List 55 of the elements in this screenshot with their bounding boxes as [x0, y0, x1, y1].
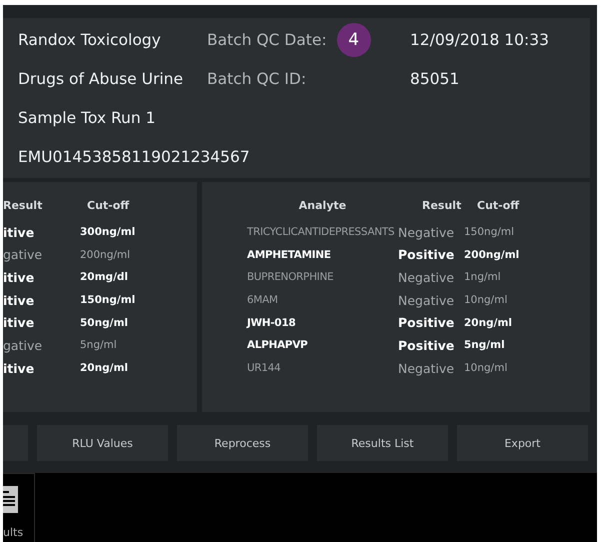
cutoff-cell-text: 200ng/ml — [464, 248, 520, 261]
result-cell-text: Negative — [398, 270, 456, 285]
analyte-cell-text: JWH-018 — [247, 316, 296, 329]
result-cell-text: gative — [3, 247, 44, 262]
result-cell-text: Positive — [398, 338, 456, 353]
field-label: Batch QC ID: — [207, 70, 306, 88]
result-cell-text: itive — [3, 292, 36, 308]
cutoff-cell-text: 20ng/ml — [80, 362, 129, 374]
cutoff-cell-text: 300ng/ml — [80, 226, 136, 238]
cutoff-cell-text: 5ng/ml — [80, 339, 118, 352]
header-text: Sample Tox Run 1 — [18, 108, 156, 126]
result-cell-text: itive — [3, 315, 36, 330]
column-header: Result — [3, 198, 44, 214]
header-text: EMU01453858119021234567 — [18, 148, 250, 166]
cutoff-cell-text: 200ng/ml — [80, 248, 132, 261]
result-cell-text: Negative — [398, 224, 456, 240]
action-button[interactable]: Results List — [317, 425, 448, 461]
cutoff-cell-text: 50ng/ml — [80, 316, 129, 329]
analyte-cell-text: ALPHAPVP — [247, 339, 309, 352]
result-cell-text: Negative — [398, 360, 456, 376]
result-cell-text: gative — [3, 338, 44, 353]
cutoff-cell-text: 10ng/ml — [464, 362, 508, 374]
field-value: 85051 — [410, 70, 460, 88]
result-cell-text: Negative — [398, 292, 456, 308]
result-cell-text: Positive — [398, 315, 456, 330]
result-cell-text: itive — [3, 360, 36, 376]
field-label: Batch QC Date: — [207, 30, 327, 48]
action-button[interactable]: Export — [457, 425, 588, 461]
cutoff-cell-text: 5ng/ml — [464, 339, 506, 352]
result-cell-text: Positive — [398, 247, 456, 262]
cutoff-cell-text: 1ng/ml — [464, 271, 502, 284]
analyte-cell-text: TRICYCLICANTIDEPRESSANTS — [247, 226, 396, 238]
cutoff-cell-text: 150ng/ml — [80, 294, 136, 306]
field-value: 12/09/2018 10:33 — [410, 30, 549, 48]
step-badge: 4 — [336, 22, 371, 56]
analyte-cell-text: AMPHETAMINE — [247, 248, 332, 261]
action-button[interactable] — [3, 425, 28, 461]
header-text: Randox Toxicology — [18, 30, 161, 48]
cutoff-cell-text: 20ng/ml — [464, 316, 513, 329]
analyte-cell-text: UR144 — [247, 362, 282, 374]
column-header: Result — [421, 198, 462, 214]
results-tab[interactable]: ults — [3, 473, 35, 542]
result-cell-text: itive — [3, 270, 36, 285]
cutoff-cell-text: 150ng/ml — [464, 226, 516, 238]
cutoff-cell-text: 20mg/dl — [80, 271, 130, 284]
column-header: Analyte — [298, 198, 348, 214]
action-button[interactable]: Reprocess — [177, 425, 308, 461]
analyte-cell-text: BUPRENORPHINE — [247, 271, 334, 284]
action-button[interactable]: RLU Values — [37, 425, 168, 461]
column-header: Cut-off — [476, 198, 520, 214]
cutoff-cell-text: 10ng/ml — [464, 294, 508, 306]
analyte-cell-text: 6MAM — [247, 294, 279, 306]
result-cell-text: itive — [3, 224, 36, 240]
header-text: Drugs of Abuse Urine — [18, 70, 184, 88]
column-header: Cut-off — [86, 198, 130, 214]
